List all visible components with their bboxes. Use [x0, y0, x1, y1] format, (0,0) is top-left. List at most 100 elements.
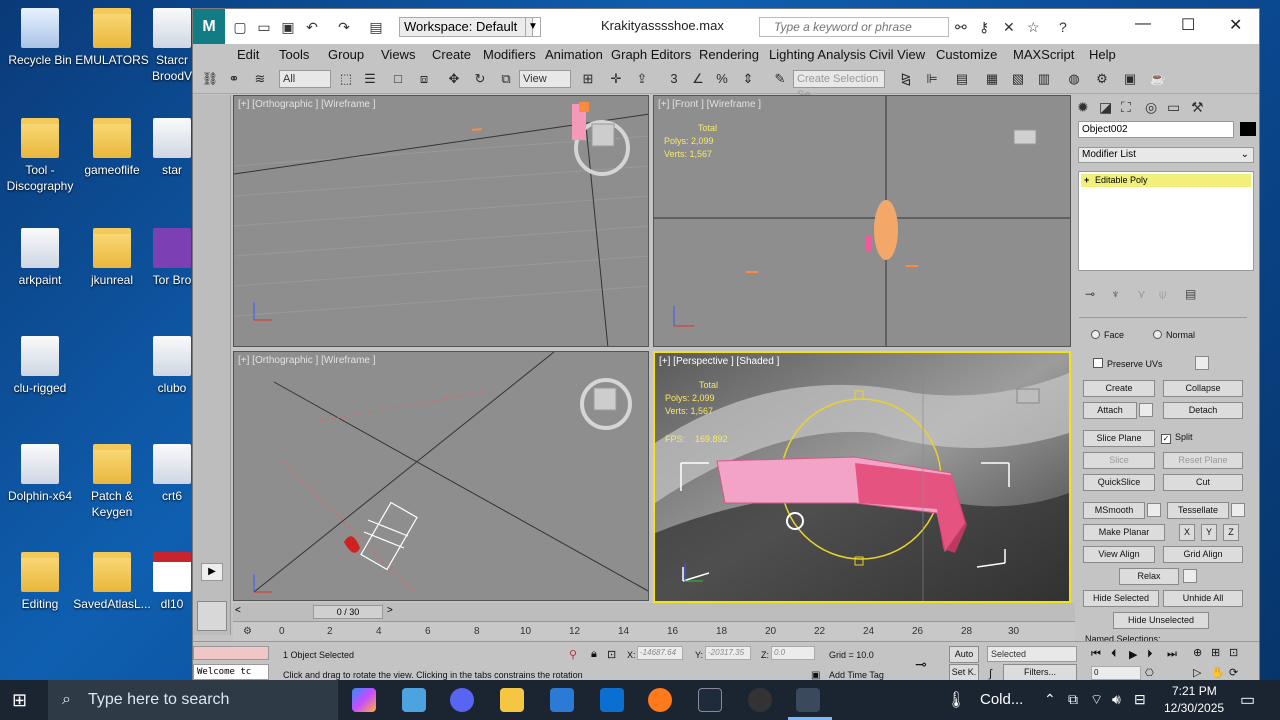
remove-modifier-icon[interactable]: ⍦	[1159, 287, 1166, 302]
desktop-icon-patch-keygen[interactable]: Patch & Keygen	[72, 444, 152, 520]
network-icon[interactable]: ⧉	[1068, 691, 1078, 708]
select-by-name-icon[interactable]: ☰	[361, 71, 379, 87]
tessellate-button[interactable]: Tessellate	[1167, 502, 1229, 519]
rotate-icon[interactable]: ↻	[471, 71, 489, 87]
time-slider[interactable]: < 0 / 30 >	[233, 603, 1075, 621]
toggle-ribbon-icon[interactable]: ▦	[983, 71, 1001, 87]
zoom-icon[interactable]: ⊕	[1193, 646, 1202, 659]
previous-frame-icon[interactable]: ⏴	[1111, 648, 1117, 661]
maxscript-mini-listener-input[interactable]: Welcome tc	[193, 664, 269, 680]
weather-text[interactable]: Cold...	[980, 691, 1023, 708]
stack-item-editable-poly[interactable]: Editable Poly	[1081, 174, 1251, 187]
field-of-view-icon[interactable]: ▷	[1193, 666, 1201, 679]
selection-lock-icon[interactable]: 🔒︎	[591, 648, 597, 661]
hide-selected-button[interactable]: Hide Selected	[1083, 590, 1159, 607]
create-tab-icon[interactable]: ✹	[1077, 99, 1089, 116]
undo-icon[interactable]: ↶	[303, 18, 321, 36]
menu-help[interactable]: Help	[1089, 47, 1116, 62]
show-end-result-icon[interactable]: ♆	[1111, 287, 1120, 301]
star-icon[interactable]: ☆	[1027, 19, 1040, 36]
angle-snap-icon[interactable]: ∠	[689, 71, 707, 87]
planarize-z-button[interactable]: Z	[1223, 524, 1239, 541]
normal-radio[interactable]: Normal	[1153, 330, 1195, 340]
align-icon[interactable]: ⊫	[923, 71, 941, 87]
detach-button[interactable]: Detach	[1163, 402, 1243, 419]
scale-icon[interactable]: ⧉	[497, 71, 515, 87]
render-setup-icon[interactable]: ⚙	[1093, 71, 1111, 87]
tools-icon[interactable]: ✕	[1003, 19, 1015, 36]
isolate-selection-icon[interactable]: ⚲	[569, 648, 577, 661]
menu-create[interactable]: Create	[432, 47, 471, 62]
window-crossing-icon[interactable]: ⧈	[415, 71, 433, 87]
chevron-up-icon[interactable]: ⌃	[1044, 691, 1056, 708]
3ds-max-taskbar-icon[interactable]	[796, 688, 820, 712]
viewport-label[interactable]: [+] [Orthographic ] [Wireframe ]	[238, 355, 376, 366]
next-frame-icon[interactable]: ⏵	[1147, 648, 1153, 661]
time-slider-thumb[interactable]: 0 / 30	[313, 605, 383, 619]
minimize-icon[interactable]: —	[1135, 15, 1151, 33]
app-logo-icon[interactable]: M	[193, 9, 225, 44]
msmooth-settings-button[interactable]	[1147, 503, 1161, 517]
bind-icon[interactable]: ≋	[251, 71, 269, 87]
select-manipulate-icon[interactable]: ✛	[607, 71, 625, 87]
attach-button[interactable]: Attach	[1083, 402, 1137, 419]
viewport-perspective[interactable]: [+] [Perspective ] [Shaded ] Total Polys…	[653, 351, 1071, 603]
store-icon[interactable]	[550, 688, 574, 712]
absolute-mode-icon[interactable]: ⊡	[607, 648, 616, 661]
menu-civil-view[interactable]: Civil View	[869, 47, 925, 62]
y-coord-field[interactable]: -20317.35	[705, 646, 751, 660]
reset-plane-button[interactable]: Reset Plane	[1163, 452, 1243, 469]
taskbar-search[interactable]: ⌕ Type here to search	[48, 680, 338, 720]
time-slider-prev-icon[interactable]: <	[235, 605, 241, 616]
menu-views[interactable]: Views	[381, 47, 415, 62]
time-slider-next-icon[interactable]: >	[387, 605, 393, 616]
view-align-button[interactable]: View Align	[1083, 546, 1155, 563]
set-key-button[interactable]: Set K.	[949, 664, 979, 681]
rect-select-icon[interactable]: □	[389, 71, 407, 87]
viewport-front[interactable]: [+] [Front ] [Wireframe ] Total Polys: 2…	[653, 95, 1071, 347]
auto-key-button[interactable]: Auto	[949, 646, 979, 663]
percent-snap-icon[interactable]: %	[713, 71, 731, 87]
desktop-icon-editing[interactable]: Editing	[0, 552, 80, 612]
add-time-tag[interactable]: Add Time Tag	[829, 670, 884, 680]
make-unique-icon[interactable]: ⋎	[1137, 287, 1146, 301]
desktop-icon-clubo[interactable]: clubo	[150, 336, 194, 396]
tessellate-settings-button[interactable]	[1231, 503, 1245, 517]
link-icon[interactable]: ⛓	[201, 71, 219, 87]
viewport-label[interactable]: [+] [Orthographic ] [Wireframe ]	[238, 99, 376, 110]
curve-editor-icon[interactable]: ▧	[1009, 71, 1027, 87]
preserve-uvs-checkbox[interactable]: Preserve UVs	[1093, 358, 1163, 369]
modify-tab-icon[interactable]: ◪	[1099, 99, 1112, 116]
desktop-icon-tor-browser[interactable]: Tor Bro	[150, 228, 194, 288]
desktop-icon-jkunreal[interactable]: jkunreal	[72, 228, 152, 288]
viewport-top-left[interactable]: [+] [Orthographic ] [Wireframe ]	[233, 95, 649, 347]
render-production-icon[interactable]: ☕	[1149, 71, 1167, 87]
keyboard-shortcut-icon[interactable]: ⇪	[633, 71, 651, 87]
configure-sets-icon[interactable]: ▤	[1185, 287, 1196, 301]
desktop-icon-clu-rigged[interactable]: clu-rigged	[0, 336, 80, 396]
expand-icon[interactable]: ▶	[201, 563, 223, 581]
go-to-start-icon[interactable]: ⏮	[1091, 648, 1101, 661]
weather-icon[interactable]: 🌡︎	[946, 690, 966, 710]
mail-icon[interactable]	[600, 688, 624, 712]
edit-named-selection-icon[interactable]: ✎	[771, 71, 789, 87]
obs-icon[interactable]	[748, 688, 772, 712]
menu-edit[interactable]: Edit	[237, 47, 259, 62]
menu-rendering[interactable]: Rendering	[699, 47, 759, 62]
go-to-end-icon[interactable]: ⏭	[1167, 648, 1177, 661]
pin-stack-icon[interactable]: ⊸	[1085, 287, 1095, 301]
clock-time[interactable]: 7:21 PM	[1172, 684, 1217, 698]
menu-animation[interactable]: Animation	[545, 47, 603, 62]
firefox-icon[interactable]	[648, 688, 672, 712]
notifications-icon[interactable]: ▭	[1240, 690, 1255, 710]
relax-button[interactable]: Relax	[1119, 568, 1179, 585]
slice-plane-button[interactable]: Slice Plane	[1083, 430, 1155, 447]
zoom-extents-icon[interactable]: ⊡	[1229, 646, 1238, 659]
named-selection-sets-dropdown[interactable]: Create Selection Se	[793, 70, 885, 101]
unhide-all-button[interactable]: Unhide All	[1163, 590, 1243, 607]
unlink-icon[interactable]: ⚭	[225, 71, 243, 87]
planarize-y-button[interactable]: Y	[1201, 524, 1217, 541]
wifi-icon[interactable]: ⌔	[1090, 691, 1103, 709]
zoom-all-icon[interactable]: ⊞	[1211, 646, 1220, 659]
desktop-icon-star[interactable]: star	[150, 118, 194, 178]
